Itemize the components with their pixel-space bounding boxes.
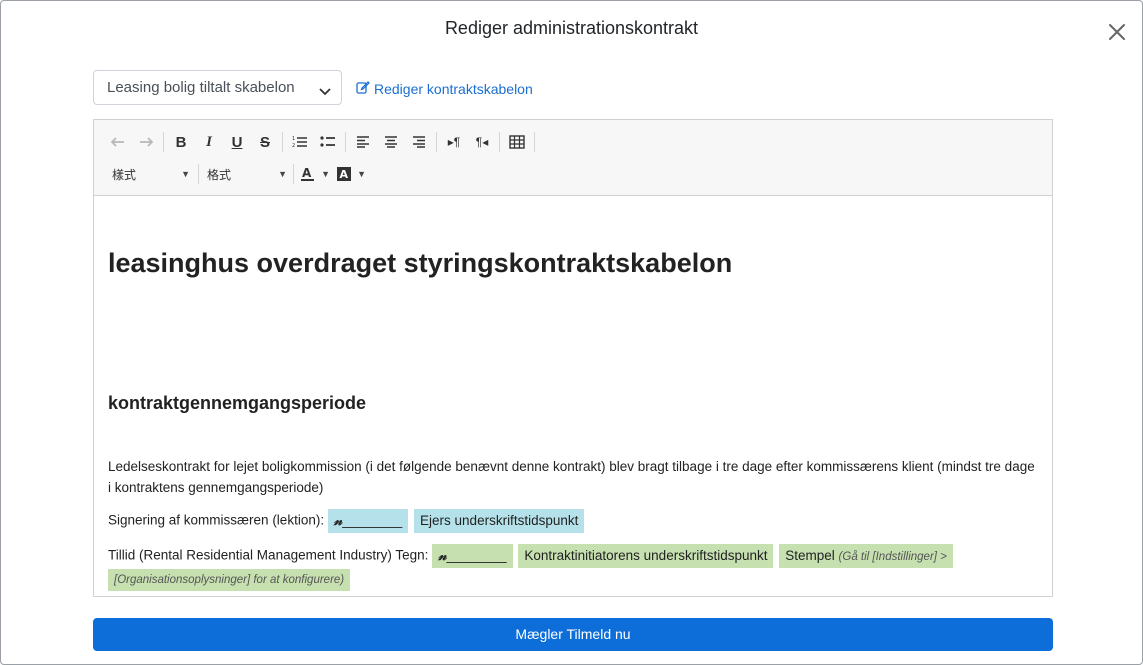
format-dropdown-label: 格式	[207, 167, 232, 182]
editor-content[interactable]: leasinghus overdraget styringskontraktsk…	[94, 197, 1052, 597]
commissioner-signature-line: Signering af kommissæren (lektion): 𝓃___…	[108, 509, 585, 533]
underline-icon[interactable]: U	[223, 130, 251, 154]
rtl-icon[interactable]: ¶◂	[468, 130, 496, 154]
edit-contract-modal: Rediger administrationskontrakt Leasing …	[0, 0, 1143, 665]
sign2-label: Tillid (Rental Residential Management In…	[108, 547, 429, 563]
caret-down-icon: ▼	[181, 169, 190, 179]
toolbar-divider	[534, 132, 535, 152]
toolbar-divider	[198, 164, 199, 184]
stamp-hint-continued: [Organisationsoplysninger] for at konfig…	[108, 569, 351, 591]
rich-text-editor: B I U S 12 ▸¶ ¶◂ 樣式 ▼ 格式 ▼ A ▼ A ▼ leasi…	[93, 119, 1053, 597]
broker-signup-button[interactable]: Mægler Tilmeld nu	[93, 618, 1053, 651]
template-select-value: Leasing bolig tiltalt skabelon	[107, 79, 295, 96]
signature-line: ________	[342, 513, 403, 528]
strikethrough-icon[interactable]: S	[251, 130, 279, 154]
align-right-icon[interactable]	[405, 130, 433, 154]
svg-text:1: 1	[292, 136, 295, 142]
chevron-down-icon	[319, 83, 331, 100]
unordered-list-icon[interactable]	[314, 130, 342, 154]
format-dropdown[interactable]: 格式 ▼	[207, 162, 287, 186]
ltr-icon[interactable]: ▸¶	[440, 130, 468, 154]
toolbar-divider	[436, 132, 437, 152]
template-select[interactable]: Leasing bolig tiltalt skabelon	[93, 70, 342, 105]
close-icon[interactable]	[1106, 21, 1128, 43]
edit-template-label: Rediger kontraktskabelon	[374, 80, 533, 97]
svg-text:A: A	[302, 166, 312, 180]
toolbar-divider	[282, 132, 283, 152]
svg-text:2: 2	[292, 143, 295, 149]
toolbar-divider	[499, 132, 500, 152]
style-dropdown[interactable]: 樣式 ▼	[104, 162, 190, 186]
ordered-list-icon[interactable]: 12	[286, 130, 314, 154]
modal-title: Rediger administrationskontrakt	[444, 18, 699, 38]
edit-template-link[interactable]: Rediger kontraktskabelon	[356, 80, 533, 97]
caret-down-icon: ▼	[357, 169, 366, 179]
toolbar-divider	[163, 132, 164, 152]
background-color-icon[interactable]: A ▼	[336, 162, 366, 186]
toolbar-divider	[293, 164, 294, 184]
document-paragraph: Ledelseskontrakt for lejet boligkommissi…	[108, 459, 1035, 495]
stamp-chip[interactable]: Stempel (Gå til [Indstillinger] >	[779, 544, 953, 568]
editor-toolbar: B I U S 12 ▸¶ ¶◂ 樣式 ▼ 格式 ▼ A ▼ A ▼	[94, 120, 1052, 196]
stamp-hint: (Gå til [Indstillinger] >	[838, 551, 947, 563]
signature-icon: 𝓃	[333, 513, 343, 529]
owner-signature-field[interactable]: 𝓃________	[327, 509, 409, 533]
initiator-sign-time-chip[interactable]: Kontraktinitiatorens underskriftstidspun…	[518, 544, 774, 568]
trust-signature-line: Tillid (Rental Residential Management In…	[108, 544, 1038, 591]
text-color-icon[interactable]: A ▼	[300, 162, 330, 186]
sign1-label: Signering af kommissæren (lektion):	[108, 512, 325, 528]
signature-line: ________	[446, 548, 507, 563]
document-heading: leasinghus overdraget styringskontraktsk…	[108, 248, 733, 278]
initiator-signature-field[interactable]: 𝓃________	[432, 544, 513, 568]
caret-down-icon: ▼	[278, 169, 287, 179]
align-left-icon[interactable]	[349, 130, 377, 154]
edit-icon	[356, 80, 370, 97]
owner-sign-time-chip[interactable]: Ejers underskriftstidspunkt	[414, 509, 585, 533]
signature-icon: 𝓃	[438, 548, 447, 564]
stamp-label: Stempel	[785, 548, 835, 563]
document-subheading: kontraktgennemgangsperiode	[108, 393, 367, 413]
align-center-icon[interactable]	[377, 130, 405, 154]
italic-icon[interactable]: I	[195, 130, 223, 154]
caret-down-icon: ▼	[321, 169, 330, 179]
undo-icon[interactable]	[104, 130, 132, 154]
style-dropdown-label: 樣式	[112, 167, 137, 182]
bold-icon[interactable]: B	[167, 130, 195, 154]
table-icon[interactable]	[503, 130, 531, 154]
svg-text:A: A	[340, 168, 349, 181]
toolbar-divider	[345, 132, 346, 152]
redo-icon[interactable]	[132, 130, 160, 154]
